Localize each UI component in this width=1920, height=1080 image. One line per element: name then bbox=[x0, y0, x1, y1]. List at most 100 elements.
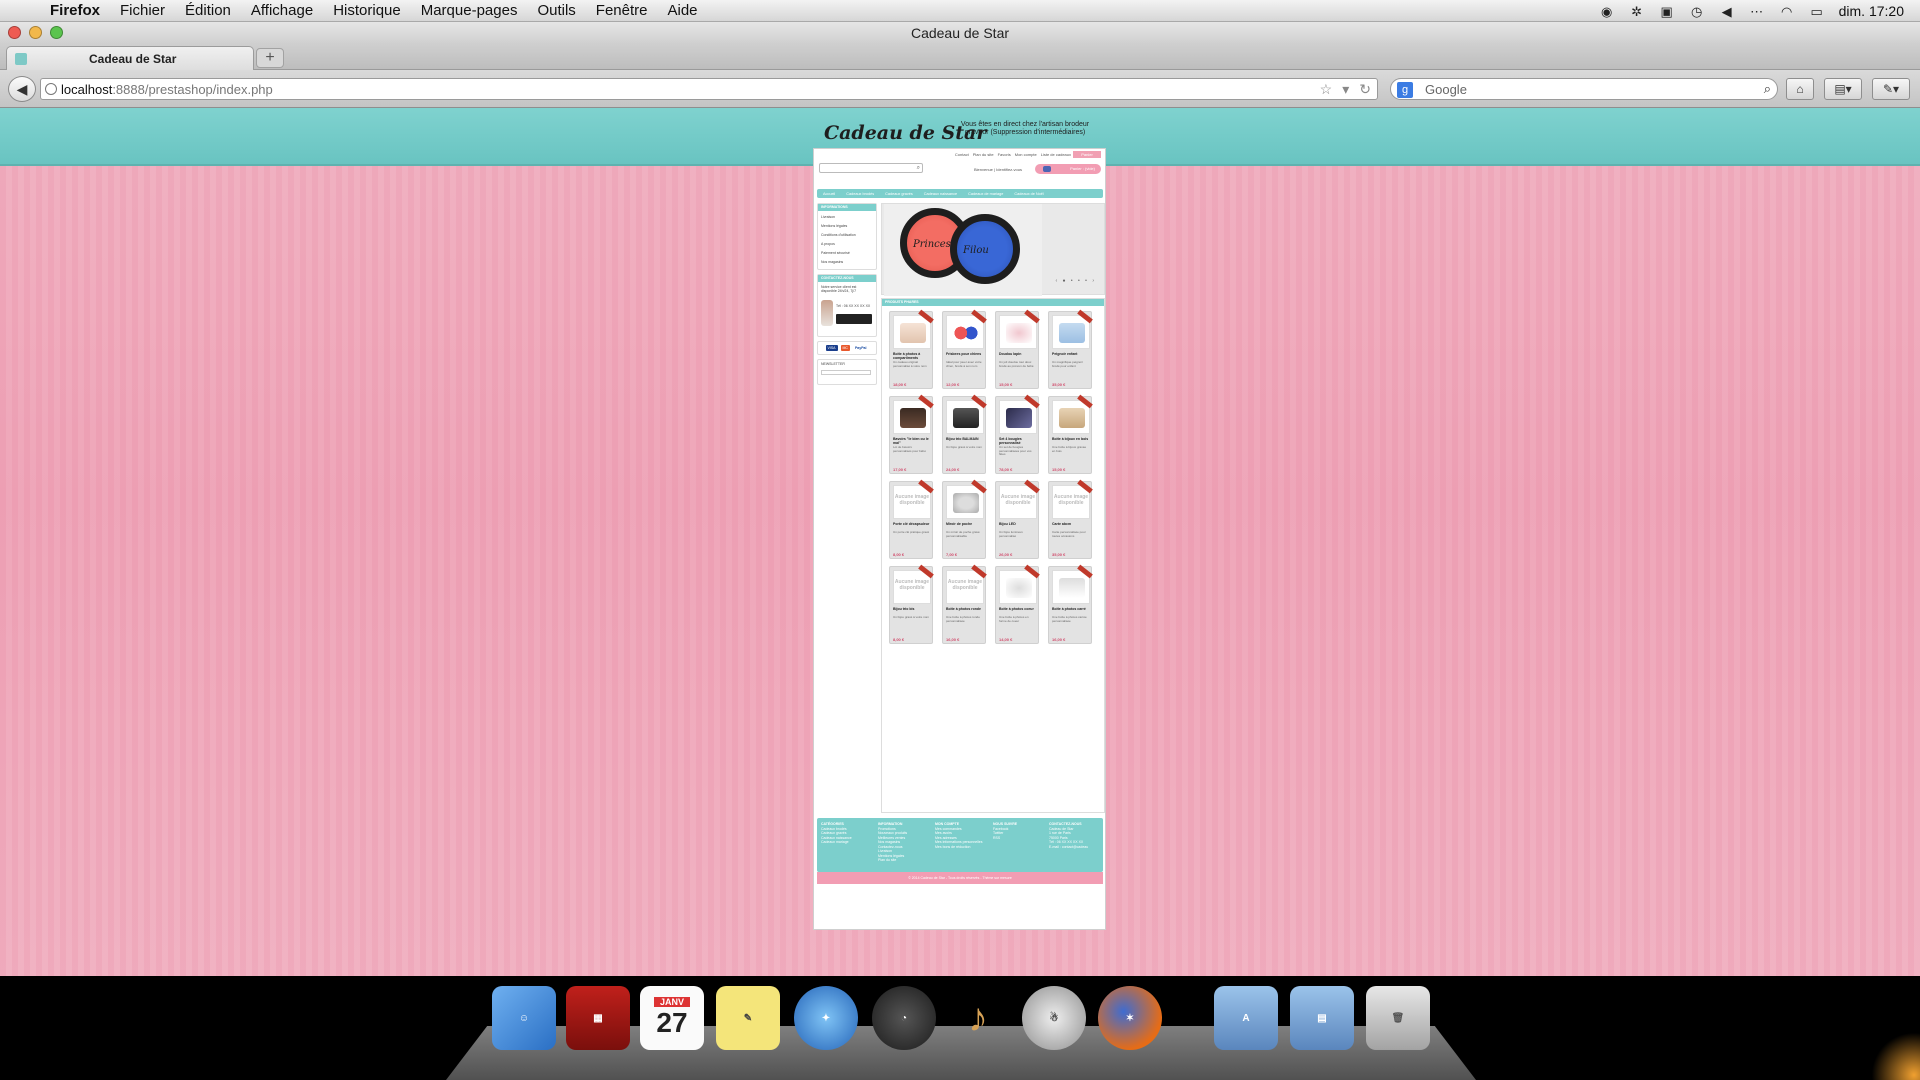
product-name[interactable]: Boîte à bijoux en bois bbox=[1052, 437, 1090, 441]
product-card[interactable]: Boîte à photos à compartiments Un cadeau … bbox=[889, 309, 934, 389]
info-link[interactable]: Conditions d'utilisation bbox=[821, 231, 876, 240]
product-card[interactable]: Bavoirs "le bien ou le mal" Lot de bavoir… bbox=[889, 394, 934, 474]
trash-icon[interactable]: 🗑 bbox=[1366, 986, 1430, 1050]
shop-search-icon[interactable]: ⌕ bbox=[917, 164, 920, 173]
info-link[interactable]: Nos magasins bbox=[821, 258, 876, 267]
product-name[interactable]: Boîte à photos coeur bbox=[999, 607, 1037, 611]
product-image[interactable] bbox=[1052, 315, 1090, 349]
product-image[interactable] bbox=[1052, 400, 1090, 434]
user-info[interactable]: Bienvenue | Identifiez-vous bbox=[974, 167, 1022, 172]
product-image[interactable] bbox=[946, 400, 984, 434]
close-window-button[interactable] bbox=[8, 26, 21, 39]
product-image[interactable] bbox=[999, 400, 1037, 434]
product-card[interactable]: Aucune image disponible Porte clé décapsu… bbox=[889, 479, 934, 559]
product-image[interactable] bbox=[893, 315, 931, 349]
instruments-icon[interactable]: ◔ bbox=[872, 986, 936, 1050]
footer-link[interactable]: Cadeaux mariage bbox=[821, 840, 873, 845]
footer-link[interactable]: Mes bons de réduction bbox=[935, 845, 987, 850]
tab-cadeau-de-star[interactable]: Cadeau de Star bbox=[6, 46, 254, 70]
product-card[interactable]: Boîte à photos coeur Une boîte à photos e… bbox=[995, 564, 1040, 644]
wifi-icon[interactable]: ◠ bbox=[1779, 4, 1795, 19]
product-image[interactable] bbox=[946, 485, 984, 519]
search-icon[interactable]: ⌕ bbox=[1764, 81, 1771, 97]
product-image[interactable] bbox=[999, 315, 1037, 349]
product-name[interactable]: Boîte à photos carré bbox=[1052, 607, 1090, 611]
product-image[interactable]: Aucune image disponible bbox=[893, 485, 931, 519]
product-image[interactable]: Aucune image disponible bbox=[999, 485, 1037, 519]
safari-icon[interactable]: ✦ bbox=[794, 986, 858, 1050]
finder-icon[interactable]: ☺ bbox=[492, 986, 556, 1050]
cart-button[interactable]: Panier : (vide) bbox=[1035, 164, 1101, 174]
cat-brodes[interactable]: Cadeaux brodés bbox=[846, 192, 874, 196]
info-link[interactable]: Livraison bbox=[821, 213, 876, 222]
photo-booth-icon[interactable]: ▦ bbox=[566, 986, 630, 1050]
addon-button[interactable]: ✎▾ bbox=[1872, 78, 1910, 100]
product-card[interactable]: Aucune image disponible Boîte à photos ro… bbox=[942, 564, 987, 644]
info-link[interactable]: Paiement sécurisé bbox=[821, 249, 876, 258]
zoom-window-button[interactable] bbox=[50, 26, 63, 39]
shop-search-input[interactable]: ⌕ bbox=[819, 163, 923, 173]
home-button[interactable]: ⌂ bbox=[1786, 78, 1814, 100]
new-tab-button[interactable]: + bbox=[256, 48, 284, 68]
menu-edition[interactable]: Édition bbox=[175, 2, 241, 19]
documents-folder-icon[interactable]: ▤ bbox=[1290, 986, 1354, 1050]
menu-outils[interactable]: Outils bbox=[527, 2, 585, 19]
status-gear-icon[interactable]: ✲ bbox=[1629, 4, 1645, 19]
product-name[interactable]: Boîte à photos à compartiments bbox=[893, 352, 931, 360]
menu-historique[interactable]: Historique bbox=[323, 2, 411, 19]
cat-noel[interactable]: Cadeaux de Noël bbox=[1014, 192, 1043, 196]
link-account[interactable]: Mon compte bbox=[1015, 152, 1037, 157]
product-name[interactable]: Frisbees pour chiens bbox=[946, 352, 984, 356]
stickies-icon[interactable]: ✎ bbox=[716, 986, 780, 1050]
menu-fichier[interactable]: Fichier bbox=[110, 2, 175, 19]
google-engine-icon[interactable]: g bbox=[1397, 82, 1413, 98]
menubar-clock[interactable]: dim. 17:20 bbox=[1839, 3, 1904, 19]
rss-link[interactable]: RSS bbox=[993, 836, 1045, 841]
product-name[interactable]: Carte abcm bbox=[1052, 522, 1090, 526]
slider-pagination[interactable]: ‹ ● • • • › bbox=[1055, 278, 1096, 284]
applications-folder-icon[interactable]: A bbox=[1214, 986, 1278, 1050]
status-input-icon[interactable]: ▣ bbox=[1659, 4, 1675, 19]
product-name[interactable]: Doudou lapin bbox=[999, 352, 1037, 356]
product-image[interactable]: Aucune image disponible bbox=[946, 570, 984, 604]
link-sitemap[interactable]: Plan du site bbox=[973, 152, 994, 157]
slider-image[interactable]: Princesse Filou bbox=[884, 204, 1042, 296]
menu-marque-pages[interactable]: Marque-pages bbox=[411, 2, 528, 19]
volume-icon[interactable]: ◀ bbox=[1719, 4, 1735, 19]
product-name[interactable]: Bijou trio BALMAIN bbox=[946, 437, 984, 441]
footer-link[interactable]: Mes informations personnelles bbox=[935, 840, 987, 845]
link-wishlist[interactable]: Liste de cadeaux bbox=[1041, 152, 1071, 157]
product-name[interactable]: Peignoir enfant bbox=[1052, 352, 1090, 356]
product-card[interactable]: Aucune image disponible Bijou trio bis Un … bbox=[889, 564, 934, 644]
product-name[interactable]: Bijou LED bbox=[999, 522, 1037, 526]
product-image[interactable] bbox=[946, 315, 984, 349]
menu-aide[interactable]: Aide bbox=[658, 2, 708, 19]
status-app-icon[interactable]: ◉ bbox=[1599, 4, 1615, 19]
product-card[interactable]: Miroir de poche Un miroir de poche gravé … bbox=[942, 479, 987, 559]
automator-icon[interactable]: ☃ bbox=[1022, 986, 1086, 1050]
product-card[interactable]: Aucune image disponible Bijou LED Un bijou… bbox=[995, 479, 1040, 559]
cat-naissance[interactable]: Cadeaux naissance bbox=[924, 192, 957, 196]
info-link[interactable]: A propos bbox=[821, 240, 876, 249]
site-identity-icon[interactable] bbox=[45, 83, 57, 95]
product-card[interactable]: Aucune image disponible Carte abcm Carte p… bbox=[1048, 479, 1093, 559]
calendar-icon[interactable]: JANV 27 bbox=[640, 986, 704, 1050]
menu-fenetre[interactable]: Fenêtre bbox=[586, 2, 658, 19]
firefox-icon[interactable]: ✶ bbox=[1098, 986, 1162, 1050]
menu-affichage[interactable]: Affichage bbox=[241, 2, 323, 19]
bookmarks-menu-button[interactable]: ▤▾ bbox=[1824, 78, 1862, 100]
product-card[interactable]: Boîte à photos carré Une boîte à photos c… bbox=[1048, 564, 1093, 644]
product-card[interactable]: Set 4 bougies personnalisé Un set de boug… bbox=[995, 394, 1040, 474]
product-name[interactable]: Bavoirs "le bien ou le mal" bbox=[893, 437, 931, 445]
link-favoris[interactable]: Favoris bbox=[998, 152, 1011, 157]
search-input[interactable]: g Google ⌕ bbox=[1390, 78, 1778, 100]
reload-icon[interactable]: ↻ bbox=[1359, 81, 1371, 98]
battery-icon[interactable]: ▭ bbox=[1809, 4, 1825, 19]
bookmark-star-icon[interactable]: ☆ bbox=[1320, 81, 1333, 98]
product-card[interactable]: Frisbees pour chiens Idéal pour jouer ave… bbox=[942, 309, 987, 389]
product-name[interactable]: Bijou trio bis bbox=[893, 607, 931, 611]
info-link[interactable]: Mentions légales bbox=[821, 222, 876, 231]
product-name[interactable]: Boîte à photos ronde bbox=[946, 607, 984, 611]
garageband-icon[interactable]: ♪ bbox=[946, 986, 1010, 1050]
dropdown-arrow-icon[interactable]: ▾ bbox=[1342, 81, 1349, 98]
